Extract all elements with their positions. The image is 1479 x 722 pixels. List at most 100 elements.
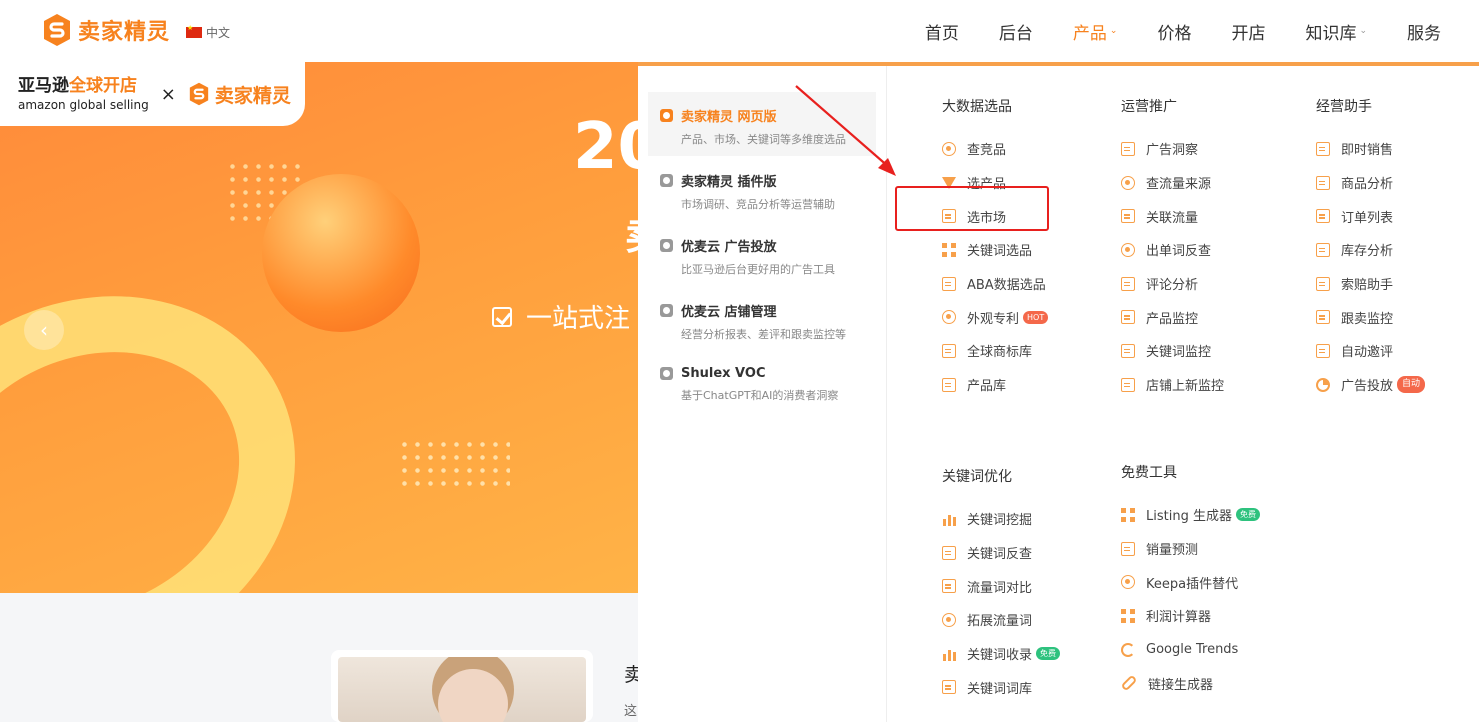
main-nav: 首页 后台 产品 ⌄ 价格 开店 知识库 ⌄ 服务 <box>885 0 1441 62</box>
menu-item[interactable]: 全球商标库 <box>942 334 1048 368</box>
menu-item[interactable]: 关联流量 <box>1121 199 1224 233</box>
product-description: 产品、市场、关键词等多维度选品 <box>681 133 846 146</box>
menu-item-badge: 免费 <box>1036 647 1061 661</box>
menu-item-label: Listing 生成器 <box>1146 509 1232 525</box>
menu-item[interactable]: Keepa插件替代 <box>1121 565 1260 599</box>
menu-item[interactable]: 自动邀评 <box>1316 334 1425 368</box>
grid-icon <box>942 242 956 257</box>
product-icon <box>660 109 673 122</box>
menu-item[interactable]: 拓展流量词 <box>942 603 1060 637</box>
decorative-sphere <box>262 174 420 332</box>
menu-item-label: Google Trends <box>1146 642 1239 658</box>
site-logo[interactable]: 卖家精灵 <box>42 13 170 47</box>
column-operations: 运营推广 广告洞察 查流量来源 关联流量 出单词反查 评论分析 产品监控 关键词监控 店铺上新监… <box>1121 96 1224 402</box>
times-sign: × <box>160 83 176 105</box>
product-item[interactable]: 优麦云 店铺管理 经营分析报表、差评和跟卖监控等 <box>648 287 876 351</box>
product-item[interactable]: 卖家精灵 网页版 产品、市场、关键词等多维度选品 <box>648 92 876 156</box>
menu-item-badge: 自动 <box>1397 376 1426 393</box>
amazon-cn-suffix: 全球开店 <box>69 75 137 96</box>
menu-item[interactable]: 选市场 <box>942 199 1048 233</box>
nav-item-6[interactable]: 服务 <box>1407 19 1441 44</box>
menu-item[interactable]: 跟卖监控 <box>1316 300 1425 334</box>
language-switcher[interactable]: 中文 <box>186 24 230 41</box>
menu-item-label: 拓展流量词 <box>967 614 1033 630</box>
nav-item-1[interactable]: 后台 <box>999 19 1033 44</box>
menu-item[interactable]: 店铺上新监控 <box>1121 368 1224 402</box>
nav-label: 服务 <box>1407 23 1441 44</box>
menu-item[interactable]: 订单列表 <box>1316 199 1425 233</box>
hero-tagline-text: 一站式注 <box>526 304 631 334</box>
product-description: 基于ChatGPT和AI的消费者洞察 <box>681 389 839 402</box>
menu-item-label: 关联流量 <box>1146 210 1199 226</box>
video-card[interactable] <box>331 650 593 722</box>
menu-item[interactable]: 利润计算器 <box>1121 599 1260 633</box>
product-item[interactable]: 卖家精灵 插件版 市场调研、竞品分析等运营辅助 <box>648 157 876 221</box>
menu-item[interactable]: 关键词监控 <box>1121 334 1224 368</box>
menu-item[interactable]: 索赔助手 <box>1316 267 1425 301</box>
menu-item[interactable]: 流量词对比 <box>942 569 1060 603</box>
menu-item-label: 查竞品 <box>967 143 1007 159</box>
product-icon <box>660 239 673 252</box>
patent-icon <box>942 310 956 325</box>
menu-item-label: 自动邀评 <box>1341 345 1394 361</box>
menu-item-label: 广告投放 <box>1341 379 1394 395</box>
menu-item-label: 商品分析 <box>1341 177 1394 193</box>
nav-item-0[interactable]: 首页 <box>925 19 959 44</box>
analysis-icon <box>1316 175 1330 190</box>
menu-item[interactable]: 销量预测 <box>1121 532 1260 566</box>
nav-item-4[interactable]: 开店 <box>1231 19 1265 44</box>
claim-icon <box>1316 276 1330 291</box>
follow-sell-icon <box>1316 310 1330 325</box>
person-image <box>438 669 508 722</box>
menu-item[interactable]: 选产品 <box>942 166 1048 200</box>
menu-item[interactable]: 即时销售 <box>1316 132 1425 166</box>
menu-item[interactable]: 产品监控 <box>1121 300 1224 334</box>
menu-item-label: 链接生成器 <box>1148 677 1214 693</box>
product-title-text: 优麦云 广告投放 <box>681 240 777 255</box>
menu-item-label: 出单词反查 <box>1146 244 1212 260</box>
menu-item-label: 查流量来源 <box>1146 177 1212 193</box>
nav-item-5[interactable]: 知识库 ⌄ <box>1305 19 1367 44</box>
menu-item[interactable]: 关键词选品 <box>942 233 1048 267</box>
menu-item-label: ABA数据选品 <box>967 278 1046 294</box>
product-item[interactable]: Shulex VOC 基于ChatGPT和AI的消费者洞察 <box>648 352 876 416</box>
menu-item[interactable]: ABA数据选品 <box>942 267 1048 301</box>
menu-item[interactable]: 广告洞察 <box>1121 132 1224 166</box>
menu-item[interactable]: 查流量来源 <box>1121 166 1224 200</box>
menu-item[interactable]: 查竞品 <box>942 132 1048 166</box>
product-item[interactable]: 优麦云 广告投放 比亚马逊后台更好用的广告工具 <box>648 222 876 286</box>
keepa-icon <box>1121 575 1135 590</box>
menu-item[interactable]: 链接生成器 <box>1120 666 1260 700</box>
column-title: 关键词优化 <box>942 469 1012 485</box>
menu-item[interactable]: 产品库 <box>942 368 1048 402</box>
chart-icon <box>942 276 956 291</box>
database-icon <box>942 511 956 526</box>
menu-item[interactable]: 库存分析 <box>1316 233 1425 267</box>
menu-item-label: Keepa插件替代 <box>1146 576 1239 592</box>
menu-item-label: 跟卖监控 <box>1341 311 1394 327</box>
menu-item[interactable]: 关键词挖掘 <box>942 502 1060 536</box>
menu-item[interactable]: 关键词词库 <box>942 670 1060 704</box>
menu-item[interactable]: 关键词收录 免费 <box>942 637 1061 671</box>
nav-item-2[interactable]: 产品 ⌄ <box>1073 19 1118 44</box>
menu-item[interactable]: 外观专利 HOT <box>942 300 1049 334</box>
menu-item[interactable]: 出单词反查 <box>1121 233 1224 267</box>
menu-item[interactable]: Google Trends <box>1121 633 1260 667</box>
nav-label: 知识库 <box>1305 23 1357 44</box>
menu-item-label: 销量预测 <box>1146 543 1199 559</box>
menu-item-label: 关键词词库 <box>967 681 1033 697</box>
nav-label: 价格 <box>1157 23 1192 44</box>
menu-item[interactable]: 关键词反查 <box>942 536 1060 570</box>
video-thumbnail <box>338 657 586 722</box>
carousel-prev-button[interactable]: ‹ <box>24 310 64 350</box>
sales-icon <box>1316 141 1330 156</box>
nav-item-3[interactable]: 价格 <box>1157 19 1191 44</box>
menu-item[interactable]: Listing 生成器 免费 <box>1121 498 1260 532</box>
forecast-icon <box>1121 541 1135 556</box>
menu-item[interactable]: 商品分析 <box>1316 166 1425 200</box>
china-flag-icon <box>186 24 202 38</box>
menu-item[interactable]: 评论分析 <box>1121 267 1224 301</box>
ad-icon <box>1121 141 1135 156</box>
product-title-text: 卖家精灵 插件版 <box>681 175 777 190</box>
menu-item[interactable]: 广告投放 自动 <box>1316 368 1426 402</box>
